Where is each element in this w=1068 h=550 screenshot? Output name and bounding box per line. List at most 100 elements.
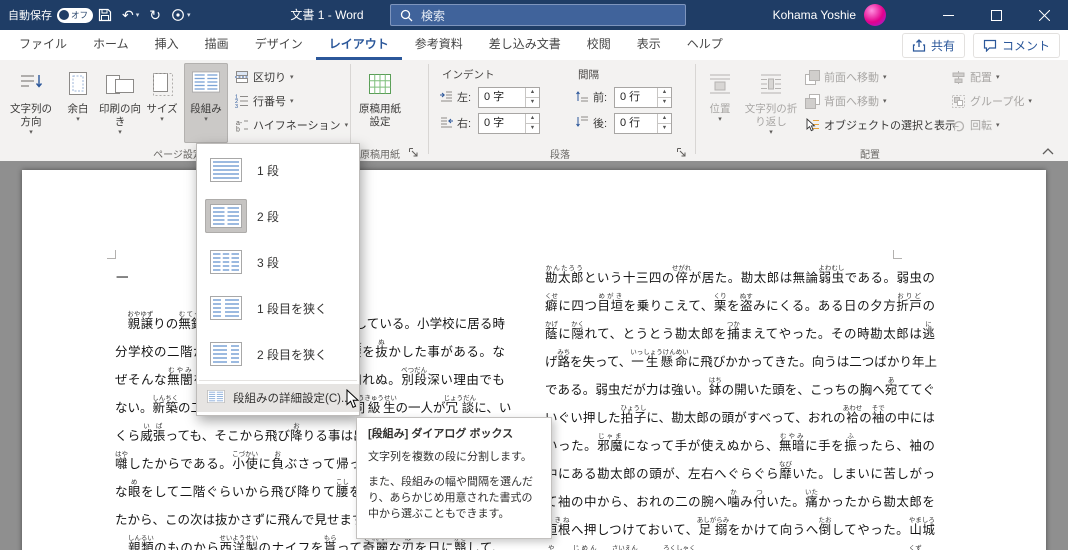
chevron-down-icon: ▾	[718, 116, 722, 124]
ribbon-tab-4[interactable]: デザイン	[242, 30, 316, 60]
indent-right-input[interactable]: 0 字 ▲ ▼	[478, 113, 540, 134]
line-numbers-label: 行番号	[253, 96, 286, 108]
text-direction-button[interactable]: 文字列の方向 ▾	[6, 63, 56, 143]
breaks-icon	[235, 71, 249, 83]
share-label: 共有	[930, 39, 955, 53]
margins-button[interactable]: 余白 ▾	[60, 63, 96, 143]
spacing-after-field-label: 後:	[593, 118, 608, 130]
spacing-after-icon	[576, 116, 588, 127]
hyphenation-button[interactable]: a-b ハイフネーション ▾	[232, 114, 351, 136]
selection-pane-icon	[806, 117, 819, 131]
rotate-label: 回転	[970, 120, 992, 132]
columns-menu-item-three[interactable]: 3 段	[197, 239, 359, 285]
spacing-before-input[interactable]: 0 行 ▲ ▼	[614, 87, 672, 108]
mouse-cursor	[346, 388, 360, 414]
svg-text:3: 3	[235, 104, 238, 108]
columns-three-icon	[205, 245, 247, 279]
close-button[interactable]	[1020, 0, 1068, 30]
ribbon-tab-3[interactable]: 描画	[192, 30, 242, 60]
text-line: 癖くせに四つ目垣めがきを乗りこえて、栗くりを盗ぬすみにくる。ある日の夕方折戸おり…	[545, 293, 935, 313]
maximize-icon	[990, 9, 1002, 21]
columns-button[interactable]: 段組み ▾	[184, 63, 228, 143]
line-numbers-button[interactable]: 123 行番号 ▾	[232, 90, 297, 112]
comments-button[interactable]: コメント	[972, 33, 1060, 58]
group-objects-icon	[952, 94, 965, 108]
search-box[interactable]: 検索	[390, 4, 686, 26]
menu-item-label: 1 段目を狭く	[257, 301, 328, 316]
ribbon-tab-0[interactable]: ファイル	[6, 30, 80, 60]
touch-mouse-mode-button[interactable]: ▾	[169, 6, 193, 24]
columns-menu-item-two[interactable]: 2 段	[197, 193, 359, 239]
genko-dialog-launcher[interactable]	[408, 145, 420, 157]
hyphenation-label: ハイフネーション	[253, 120, 341, 132]
line-numbers-icon: 123	[235, 95, 248, 108]
ribbon-tab-2[interactable]: 挿入	[142, 30, 192, 60]
columns-menu-item-one[interactable]: 1 段	[197, 147, 359, 193]
bring-forward-button: 前面へ移動 ▾	[802, 66, 890, 88]
orientation-button[interactable]: 印刷の向き ▾	[98, 63, 142, 143]
selection-pane-button[interactable]: オブジェクトの選択と表示	[802, 114, 959, 136]
close-icon	[1038, 9, 1050, 21]
indent-right-stepper[interactable]: ▲ ▼	[525, 114, 539, 133]
group-button: グループ化 ▾	[948, 90, 1035, 112]
text-line: 垣根かきねへ押しつけておいて、足搦あしがらみをかけて向うへ倒たおしてやった。山城…	[545, 517, 935, 537]
spacing-before-field-label: 前:	[593, 92, 608, 104]
align-button: 配置 ▾	[948, 66, 1003, 88]
hyphenation-icon: a-b	[236, 120, 248, 132]
more-columns-menu-item[interactable]: 段組みの詳細設定(C)...	[197, 384, 359, 412]
genko-settings-label: 原稿用紙設定	[359, 103, 401, 129]
position-button: 位置 ▾	[700, 63, 740, 143]
margin-mark-right	[893, 250, 902, 259]
autosave-switch[interactable]: オフ	[57, 7, 93, 23]
spacing-after-input[interactable]: 0 行 ▲ ▼	[614, 113, 672, 134]
ribbon-tab-9[interactable]: 表示	[624, 30, 674, 60]
more-columns-label: 段組みの詳細設定(C)...	[233, 393, 351, 405]
redo-button[interactable]: ↻	[147, 6, 163, 24]
columns-dropdown-menu: 1 段 2 段 3 段 1 段目を狭く 2 段目を狭く 段組みの詳細設定(C)...	[196, 143, 360, 416]
columns-menu-item-left[interactable]: 1 段目を狭く	[197, 285, 359, 331]
send-backward-icon	[805, 93, 820, 109]
margins-icon	[67, 68, 89, 100]
columns-right-icon	[205, 337, 247, 371]
columns-two-icon	[205, 199, 247, 233]
ribbon-tab-1[interactable]: ホーム	[80, 30, 142, 60]
columns-label: 段組み	[190, 103, 222, 115]
size-button[interactable]: サイズ ▾	[144, 63, 180, 143]
group-label-arrange: 配置	[860, 150, 880, 161]
text-line: て袖の中から、おれの二の腕へ噛かみ付ついた。痛いたかったから勘太郎を	[545, 489, 935, 509]
indent-left-value: 0 字	[484, 91, 505, 103]
bring-forward-label: 前面へ移動	[824, 72, 879, 84]
autosave-toggle[interactable]: 自動保存 オフ	[8, 0, 93, 30]
paragraph-dialog-launcher	[676, 145, 688, 157]
minimize-button[interactable]	[924, 0, 972, 30]
collapse-ribbon-button[interactable]	[1042, 142, 1054, 160]
ribbon-tab-10[interactable]: ヘルプ	[674, 30, 736, 60]
undo-button[interactable]: ↶ ▾	[120, 6, 141, 24]
chevron-down-icon: ▾	[186, 12, 191, 19]
columns-menu-item-right[interactable]: 2 段目を狭く	[197, 331, 359, 377]
genko-settings-button[interactable]: 原稿用紙設定	[354, 63, 406, 143]
share-button[interactable]: 共有	[901, 33, 965, 58]
breaks-label: 区切り	[253, 72, 286, 84]
menu-separator	[199, 380, 357, 381]
indent-left-stepper[interactable]: ▲ ▼	[525, 88, 539, 107]
maximize-button[interactable]	[972, 0, 1020, 30]
chevron-down-icon: ▾	[118, 129, 122, 137]
spacing-after-stepper[interactable]: ▲ ▼	[657, 114, 671, 133]
margins-label: 余白	[67, 103, 89, 115]
ribbon-tab-8[interactable]: 校閲	[574, 30, 624, 60]
breaks-button[interactable]: 区切り ▾	[232, 66, 297, 88]
user-avatar[interactable]	[864, 4, 886, 26]
indent-left-input[interactable]: 0 字 ▲ ▼	[478, 87, 540, 108]
spacing-before-stepper[interactable]: ▲ ▼	[657, 88, 671, 107]
ribbon-tab-5[interactable]: レイアウト	[315, 30, 402, 60]
ribbon-tab-6[interactable]: 参考資料	[402, 30, 476, 60]
autosave-knob	[59, 10, 69, 20]
rotate-button: 回転 ▾	[948, 114, 1003, 136]
orientation-icon	[105, 68, 135, 100]
ribbon-tab-7[interactable]: 差し込み文書	[476, 30, 574, 60]
menu-item-label: 1 段	[257, 163, 280, 178]
text-column-right: 勘太郎かんたろうという十三四の倅せがれが居た。勘太郎は無論弱虫よわむしである。弱…	[545, 264, 937, 550]
save-button[interactable]	[96, 6, 114, 24]
user-name[interactable]: Kohama Yoshie	[773, 0, 856, 30]
